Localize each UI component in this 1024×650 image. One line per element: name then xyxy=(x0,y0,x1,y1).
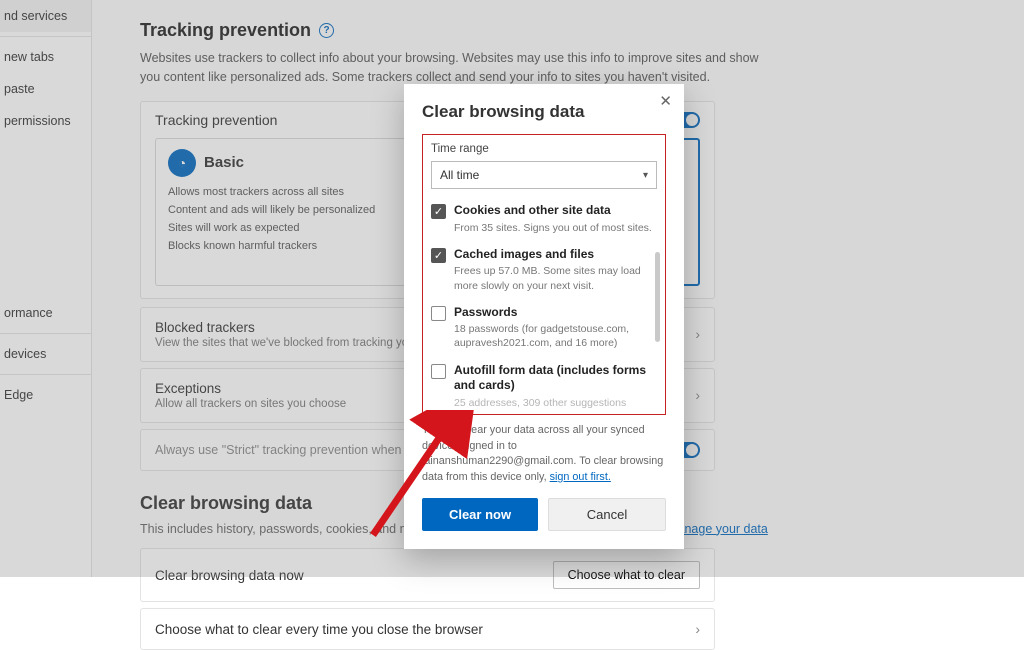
sidebar-item[interactable]: nd services xyxy=(0,0,91,32)
card-basic[interactable]: ◔ Basic Allows most trackers across all … xyxy=(155,138,422,286)
dialog-title: Clear browsing data xyxy=(422,102,666,122)
basic-icon: ◔ xyxy=(168,149,196,177)
checkbox-icon[interactable]: ✓ xyxy=(431,204,446,219)
option-title: Cookies and other site data xyxy=(454,203,652,219)
sidebar-item[interactable]: devices xyxy=(0,338,91,370)
clear-now-row: Clear browsing data now Choose what to c… xyxy=(140,548,715,602)
panel-label: Tracking prevention xyxy=(155,112,277,128)
row-title: Exceptions xyxy=(155,381,346,396)
cancel-button[interactable]: Cancel xyxy=(548,498,666,531)
scrollbar[interactable] xyxy=(655,252,660,342)
tracking-prevention-heading: Tracking prevention ? xyxy=(140,20,1024,41)
card-bullet: Content and ads will likely be personali… xyxy=(168,203,409,217)
row-title: Clear browsing data now xyxy=(155,568,304,583)
help-icon[interactable]: ? xyxy=(319,23,334,38)
card-title: Basic xyxy=(204,154,244,171)
sidebar-item[interactable]: Edge xyxy=(0,379,91,411)
option-title: Cached images and files xyxy=(454,247,657,263)
card-bullet: Allows most trackers across all sites xyxy=(168,185,409,199)
option-title: Passwords xyxy=(454,305,657,321)
time-range-select[interactable]: All time ▾ xyxy=(431,161,657,189)
choose-what-to-clear-button[interactable]: Choose what to clear xyxy=(553,561,700,589)
row-title: Choose what to clear every time you clos… xyxy=(155,622,483,637)
clear-now-button[interactable]: Clear now xyxy=(422,498,538,531)
sidebar-item[interactable]: new tabs xyxy=(0,41,91,73)
card-bullet: Sites will work as expected xyxy=(168,221,409,235)
time-range-label: Time range xyxy=(431,143,657,155)
chevron-right-icon: › xyxy=(695,387,700,403)
row-sub: Allow all trackers on sites you choose xyxy=(155,398,346,410)
option-sub: 18 passwords (for gadgetstouse.com, aupr… xyxy=(454,322,657,350)
clear-browsing-data-dialog: ✕ Clear browsing data Time range All tim… xyxy=(404,84,684,549)
sign-out-link[interactable]: sign out first. xyxy=(550,471,611,483)
settings-sidebar: nd services new tabs paste permissions o… xyxy=(0,0,92,577)
option-title: Autofill form data (includes forms and c… xyxy=(454,363,657,394)
close-icon[interactable]: ✕ xyxy=(659,94,672,109)
chevron-right-icon: › xyxy=(695,326,700,342)
tracking-description: Websites use trackers to collect info ab… xyxy=(140,49,760,87)
option-autofill[interactable]: Autofill form data (includes forms and c… xyxy=(431,359,657,412)
checkbox-icon[interactable] xyxy=(431,364,446,379)
sidebar-item[interactable]: permissions xyxy=(0,105,91,137)
row-sub: View the sites that we've blocked from t… xyxy=(155,337,415,349)
option-cache[interactable]: ✓ Cached images and files Frees up 57.0 … xyxy=(431,243,657,301)
option-cookies[interactable]: ✓ Cookies and other site data From 35 si… xyxy=(431,199,657,243)
option-sub: 25 addresses, 309 other suggestions xyxy=(454,396,657,410)
option-sub: Frees up 57.0 MB. Some sites may load mo… xyxy=(454,264,657,292)
sidebar-item[interactable]: ormance xyxy=(0,297,91,329)
sidebar-item[interactable]: paste xyxy=(0,73,91,105)
clear-on-close-row[interactable]: Choose what to clear every time you clos… xyxy=(140,608,715,650)
highlighted-region: Time range All time ▾ ✓ Cookies and othe… xyxy=(422,134,666,415)
chevron-down-icon: ▾ xyxy=(643,170,648,181)
row-title: Blocked trackers xyxy=(155,320,415,335)
checkbox-icon[interactable]: ✓ xyxy=(431,248,446,263)
card-bullet: Blocks known harmful trackers xyxy=(168,239,409,253)
checkbox-icon[interactable] xyxy=(431,306,446,321)
sync-disclaimer: This will clear your data across all you… xyxy=(422,423,666,486)
option-sub: From 35 sites. Signs you out of most sit… xyxy=(454,221,652,235)
chevron-right-icon: › xyxy=(695,621,700,637)
option-passwords[interactable]: Passwords 18 passwords (for gadgetstouse… xyxy=(431,301,657,359)
